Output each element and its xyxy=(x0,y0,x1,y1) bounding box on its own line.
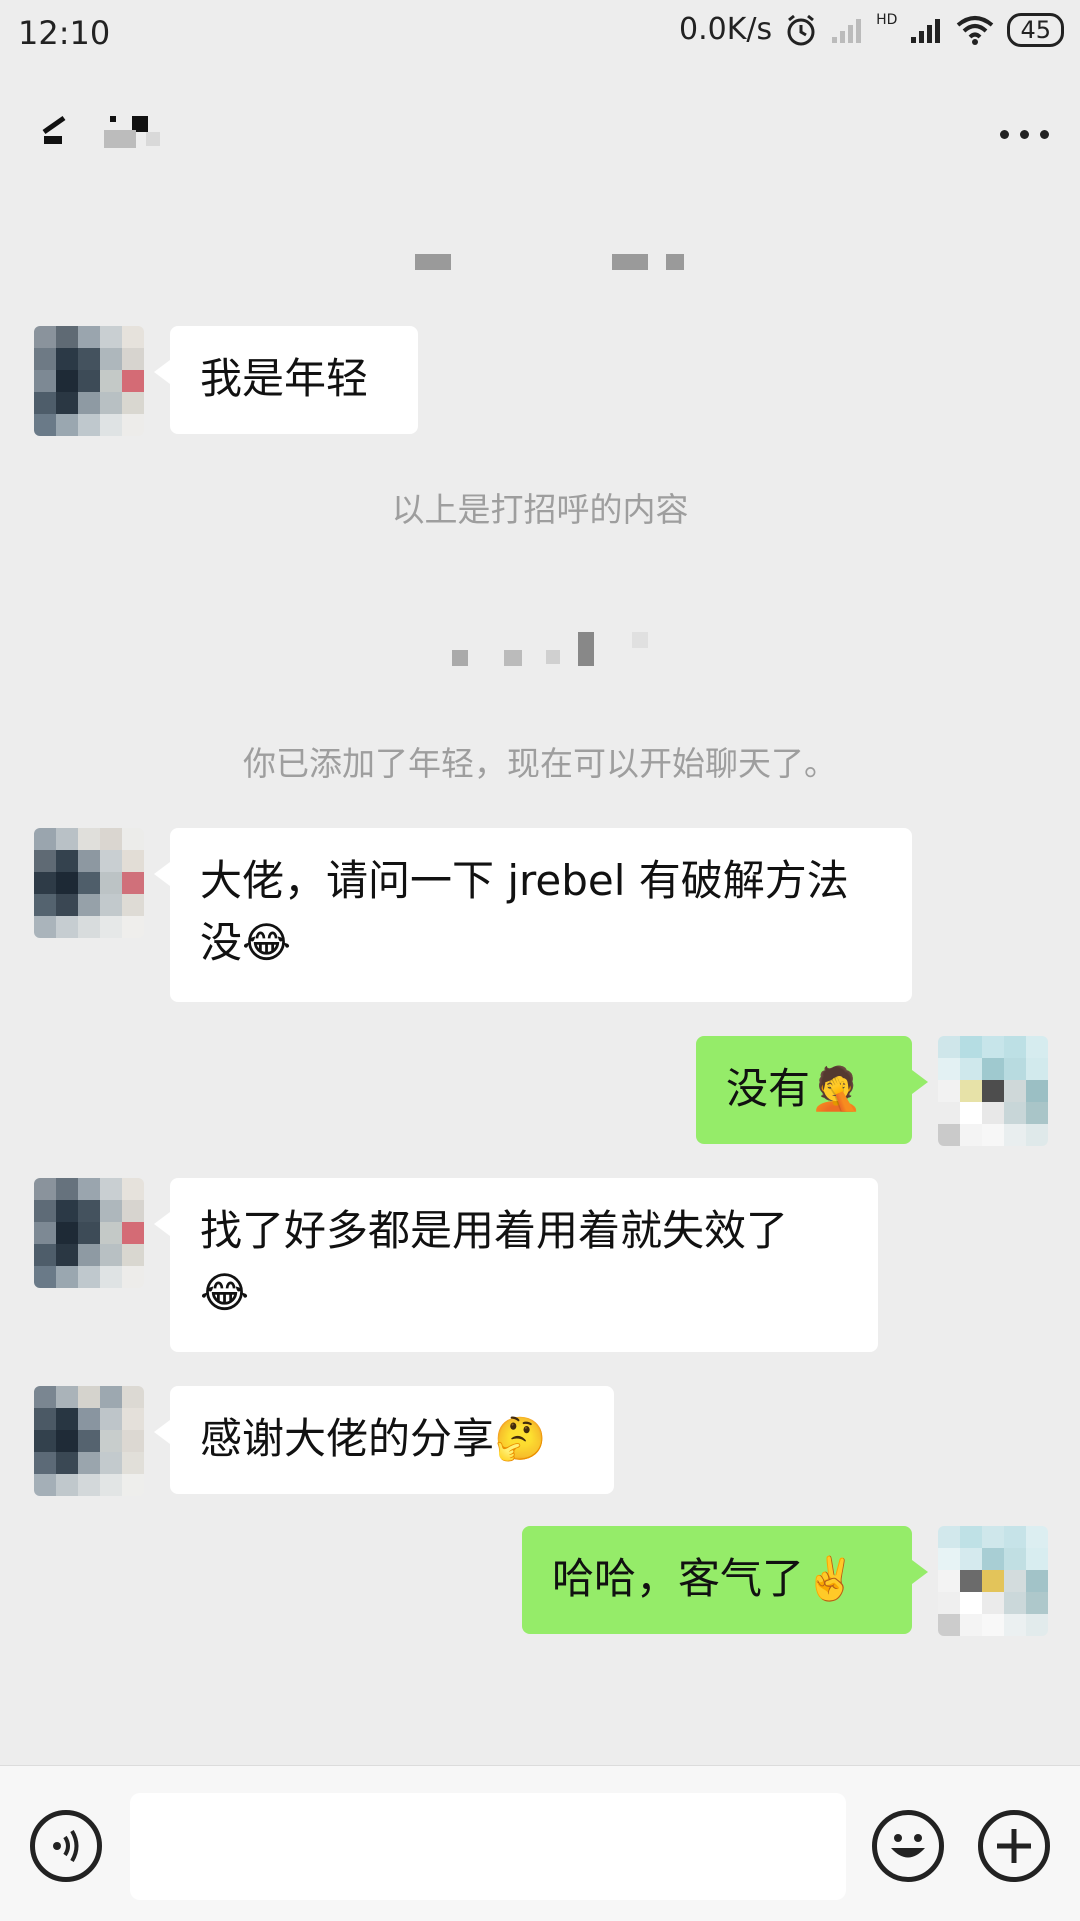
message-bubble-incoming[interactable]: 找了好多都是用着用着就失效了 😂 xyxy=(154,1178,878,1352)
hd-label: HD xyxy=(876,12,898,28)
message-text: 哈哈，客气了✌️ xyxy=(552,1554,857,1603)
voice-icon[interactable] xyxy=(30,1810,102,1882)
avatar[interactable] xyxy=(34,1178,144,1288)
status-bar: 12:10 0.0K/s HD 45 xyxy=(0,0,1080,70)
message-bubble-incoming[interactable]: 感谢大佬的分享🤔 xyxy=(154,1386,614,1494)
my-avatar[interactable] xyxy=(938,1526,1048,1636)
wifi-icon xyxy=(957,15,994,45)
chat-header xyxy=(0,70,1080,200)
message-input[interactable] xyxy=(130,1793,846,1900)
system-notice: 你已添加了年轻，现在可以开始聊天了。 xyxy=(243,744,837,783)
input-bar xyxy=(0,1765,1080,1921)
message-text: 大佬，请问一下 jrebel 有破解方法 xyxy=(200,856,849,905)
more-dots-icon[interactable] xyxy=(1000,126,1052,142)
status-time: 12:10 xyxy=(18,14,111,52)
battery-icon: 45 xyxy=(1007,12,1064,47)
chat-area: 我是年轻 以上是打招呼的内容 你已添加了年轻，现在可以开始聊天了。 大佬，请问一… xyxy=(0,200,1080,1765)
back-arrow-icon[interactable] xyxy=(30,110,80,160)
avatar[interactable] xyxy=(34,326,144,436)
message-text: 没有🤦 xyxy=(726,1064,863,1113)
avatar[interactable] xyxy=(34,828,144,938)
avatar[interactable] xyxy=(34,1386,144,1496)
message-text: 没😂 xyxy=(200,918,292,967)
status-indicators: 0.0K/s HD 45 xyxy=(679,12,1064,47)
message-bubble-outgoing[interactable]: 哈哈，客气了✌️ xyxy=(522,1526,928,1634)
emoji-icon[interactable] xyxy=(872,1810,944,1882)
message-text: 找了好多都是用着用着就失效了 xyxy=(200,1206,789,1255)
system-notice: 以上是打招呼的内容 xyxy=(391,490,689,529)
my-avatar[interactable] xyxy=(938,1036,1048,1146)
chat-title-redacted xyxy=(104,116,210,150)
message-text: 我是年轻 xyxy=(200,354,369,403)
message-text: 😂 xyxy=(200,1268,250,1317)
plus-icon[interactable] xyxy=(978,1810,1050,1882)
signal-weak-icon xyxy=(832,18,862,43)
message-text: 感谢大佬的分享🤔 xyxy=(200,1414,547,1463)
alarm-icon xyxy=(787,14,815,45)
message-bubble-incoming[interactable]: 我是年轻 xyxy=(154,326,418,434)
message-bubble-outgoing[interactable]: 没有🤦 xyxy=(696,1036,928,1144)
signal-strong-icon xyxy=(911,18,941,43)
network-speed: 0.0K/s xyxy=(679,12,773,47)
message-bubble-incoming[interactable]: 大佬，请问一下 jrebel 有破解方法 没😂 xyxy=(154,828,912,1002)
